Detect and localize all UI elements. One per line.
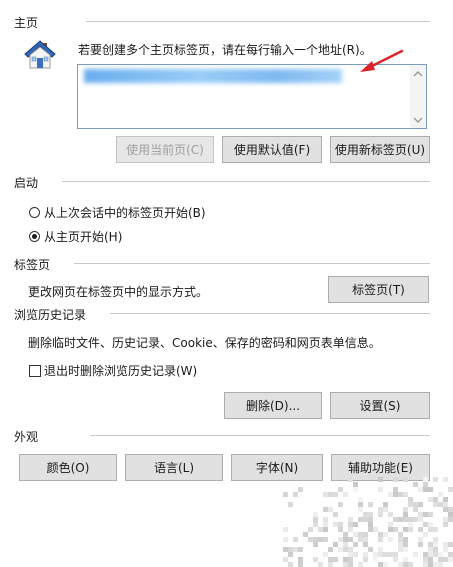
home-instruction: 若要创建多个主页标签页，请在每行输入一个地址(R)。 — [78, 43, 372, 57]
home-section-divider — [86, 21, 430, 22]
tabs-description: 更改网页在标签页中的显示方式。 — [28, 285, 209, 299]
use-current-button[interactable]: 使用当前页(C) — [116, 136, 214, 163]
history-description: 删除临时文件、历史记录、Cookie、保存的密码和网页表单信息。 — [28, 336, 381, 350]
use-new-tab-button[interactable]: 使用新标签页(U) — [330, 136, 430, 163]
appearance-section-divider — [90, 435, 430, 436]
use-default-button[interactable]: 使用默认值(F) — [222, 136, 322, 163]
watermark-noise — [283, 477, 453, 567]
tabs-button[interactable]: 标签页(T) — [328, 276, 429, 303]
colors-button[interactable]: 颜色(O) — [19, 454, 117, 481]
history-section-divider — [110, 313, 430, 314]
scroll-up-icon — [413, 71, 423, 77]
radio-start-homepage-label[interactable]: 从主页开始(H) — [44, 228, 122, 245]
history-section-label: 浏览历史记录 — [14, 308, 87, 322]
tabs-section-label: 标签页 — [14, 258, 51, 272]
tabs-section-divider — [74, 263, 430, 264]
blurred-url-text — [84, 69, 342, 83]
radio-start-homepage[interactable] — [29, 231, 40, 242]
radio-resume-session-label[interactable]: 从上次会话中的标签页开始(B) — [44, 204, 206, 221]
textarea-scrollbar[interactable] — [410, 65, 426, 128]
history-settings-button[interactable]: 设置(S) — [330, 392, 430, 419]
radio-resume-session[interactable] — [29, 207, 40, 218]
house-icon — [22, 36, 58, 72]
scroll-down-icon — [413, 117, 423, 123]
startup-section-label: 启动 — [14, 176, 39, 190]
delete-history-on-exit-checkbox[interactable] — [29, 365, 41, 377]
startup-section-divider — [62, 181, 430, 182]
delete-history-button[interactable]: 删除(D)... — [224, 392, 322, 419]
appearance-section-label: 外观 — [14, 430, 39, 444]
red-arrow-icon — [356, 48, 406, 74]
delete-history-on-exit-label[interactable]: 退出时删除浏览历史记录(W) — [44, 362, 197, 379]
languages-button[interactable]: 语言(L) — [125, 454, 223, 481]
home-section-label: 主页 — [14, 16, 39, 30]
